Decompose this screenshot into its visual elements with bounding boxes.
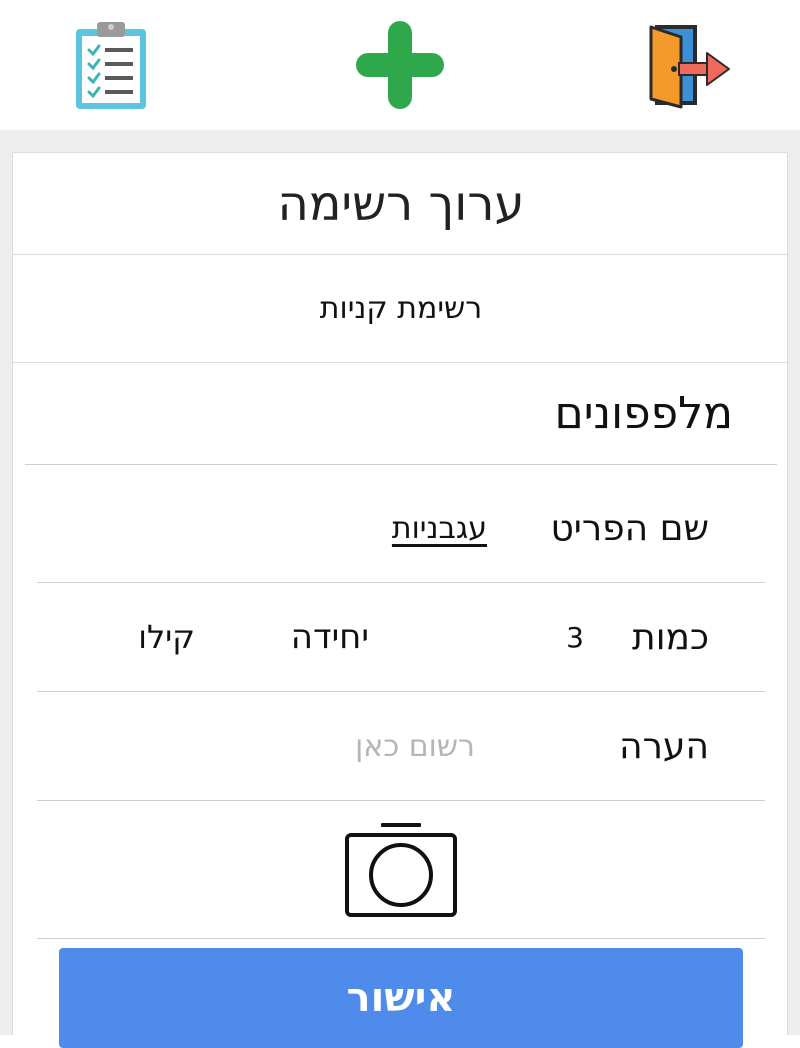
list-button[interactable] [56,10,166,120]
edit-list-card: ערוך רשימה רשימת קניות מלפפונים שם הפריט… [12,152,789,1048]
item-heading: מלפפונים [25,363,777,465]
plus-icon [356,21,444,109]
camera-icon [345,823,457,917]
note-input[interactable] [175,692,475,800]
quantity-label: כמות [632,616,709,658]
camera-button[interactable] [343,821,459,919]
add-button[interactable] [345,10,455,120]
quantity-row: כמות 3 יחידה קילו [37,583,765,692]
camera-row [37,801,765,939]
confirm-button[interactable]: אישור [59,948,743,1048]
item-name-row: שם הפריט עגבניות [37,474,765,583]
logout-button[interactable] [634,10,744,120]
list-name[interactable]: רשימת קניות [13,255,789,363]
item-name-field[interactable]: עגבניות [392,474,487,582]
page-title: ערוך רשימה [13,153,789,255]
item-name-label: שם הפריט [550,507,709,549]
clipboard-checklist-icon [76,22,146,109]
top-toolbar [0,0,800,130]
note-label: הערה [619,725,709,767]
quantity-field[interactable]: 3 [566,583,584,691]
exit-door-icon [649,25,730,109]
unit-label: יחידה [290,617,369,657]
note-row: הערה [37,692,765,801]
unit-field[interactable]: קילו [138,583,195,691]
